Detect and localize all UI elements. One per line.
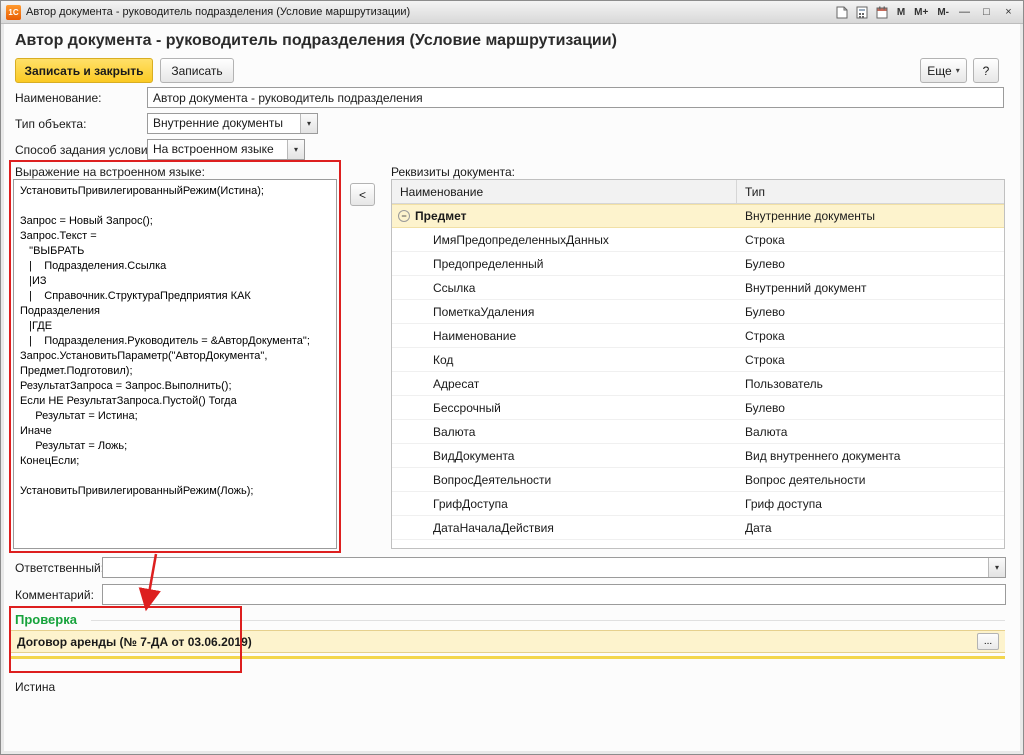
chevron-down-icon[interactable]: ▾ [287, 140, 304, 159]
expression-editor[interactable]: УстановитьПривилегированныйРежим(Истина)… [13, 179, 337, 549]
attribute-type: Вид внутреннего документа [737, 444, 1004, 467]
table-row[interactable]: − Предопределенный Булево [392, 252, 1004, 276]
table-body: − Предмет Внутренние документы − ИмяПред… [392, 204, 1004, 540]
1c-logo-icon: 1С [6, 5, 21, 20]
attribute-name: ПометкаУдаления [433, 305, 534, 319]
table-row[interactable]: − ВопросДеятельности Вопрос деятельности [392, 468, 1004, 492]
column-header-type[interactable]: Тип [737, 180, 1004, 203]
chevron-down-icon: ▾ [956, 66, 960, 75]
attribute-type: Строка [737, 348, 1004, 371]
attribute-type: Вопрос деятельности [737, 468, 1004, 491]
more-button[interactable]: Еще ▾ [920, 58, 967, 83]
check-document-value: Договор аренды (№ 7-ДА от 03.06.2019) [17, 635, 252, 649]
attribute-name: ВопросДеятельности [433, 473, 551, 487]
attribute-name: ИмяПредопределенныхДанных [433, 233, 609, 247]
window-controls: M M+ M- — □ × [834, 5, 1018, 20]
expression-label: Выражение на встроенном языке: [15, 165, 205, 179]
table-row[interactable]: − Код Строка [392, 348, 1004, 372]
memory-plus-button[interactable]: M+ [911, 7, 931, 18]
check-section-title: Проверка [15, 612, 77, 627]
table-header: Наименование Тип [392, 180, 1004, 204]
attribute-name: Ссылка [433, 281, 475, 295]
save-close-button[interactable]: Записать и закрыть [15, 58, 153, 83]
attribute-type: Внутренние документы [737, 205, 1004, 227]
name-input[interactable] [147, 87, 1004, 108]
save-button[interactable]: Записать [160, 58, 234, 83]
collapse-icon[interactable]: − [398, 210, 410, 222]
chevron-down-icon[interactable]: ▾ [988, 558, 1005, 577]
object-type-select[interactable]: Внутренние документы ▾ [147, 113, 318, 134]
responsible-value [103, 558, 988, 577]
attribute-type: Дата [737, 516, 1004, 539]
attribute-type: Булево [737, 300, 1004, 323]
table-row[interactable]: − Валюта Валюта [392, 420, 1004, 444]
attribute-name: ГрифДоступа [433, 497, 508, 511]
attribute-name: Валюта [433, 425, 475, 439]
attribute-name: Бессрочный [433, 401, 501, 415]
attribute-type: Булево [737, 252, 1004, 275]
attribute-type: Булево [737, 396, 1004, 419]
page-title: Автор документа - руководитель подраздел… [15, 32, 617, 50]
calculator-icon[interactable] [854, 5, 871, 20]
attribute-type: Строка [737, 228, 1004, 251]
table-row[interactable]: − ДатаНачалаДействия Дата [392, 516, 1004, 540]
attributes-label: Реквизиты документа: [391, 165, 515, 179]
object-type-value: Внутренние документы [148, 114, 300, 133]
memory-minus-button[interactable]: M- [934, 7, 952, 18]
attribute-name: ДатаНачалаДействия [433, 521, 554, 535]
choose-button[interactable]: ... [977, 633, 999, 650]
attribute-type: Валюта [737, 420, 1004, 443]
field-underline [11, 656, 1005, 659]
attribute-name: ВидДокумента [433, 449, 514, 463]
condition-method-select[interactable]: На встроенном языке ▾ [147, 139, 305, 160]
minimize-button[interactable]: — [955, 5, 974, 20]
table-row[interactable]: − Наименование Строка [392, 324, 1004, 348]
condition-method-value: На встроенном языке [148, 140, 287, 159]
table-row[interactable]: − Предмет Внутренние документы [392, 204, 1004, 228]
help-button[interactable]: ? [973, 58, 999, 83]
check-document-field[interactable]: Договор аренды (№ 7-ДА от 03.06.2019) ..… [11, 630, 1005, 653]
responsible-label: Ответственный: [15, 561, 104, 575]
calendar-icon[interactable] [874, 5, 891, 20]
name-label: Наименование: [15, 91, 102, 105]
app-window: 1С Автор документа - руководитель подраз… [0, 0, 1024, 755]
attributes-table: Наименование Тип − Предмет Внутренние до… [391, 179, 1005, 549]
table-row[interactable]: − Адресат Пользователь [392, 372, 1004, 396]
attribute-name: Предмет [415, 209, 467, 223]
more-label: Еще [927, 64, 951, 78]
responsible-input[interactable]: ▾ [102, 557, 1006, 578]
section-separator [91, 620, 1005, 621]
memory-button[interactable]: M [894, 7, 908, 18]
attribute-type: Внутренний документ [737, 276, 1004, 299]
titlebar: 1С Автор документа - руководитель подраз… [1, 1, 1023, 24]
table-row[interactable]: − ПометкаУдаления Булево [392, 300, 1004, 324]
attribute-type: Пользователь [737, 372, 1004, 395]
table-row[interactable]: − Ссылка Внутренний документ [392, 276, 1004, 300]
page-icon[interactable] [834, 5, 851, 20]
attribute-type: Строка [737, 324, 1004, 347]
comment-input[interactable] [102, 584, 1006, 605]
attribute-name: Предопределенный [433, 257, 544, 271]
column-header-name[interactable]: Наименование [392, 180, 737, 203]
attribute-name: Адресат [433, 377, 479, 391]
maximize-button[interactable]: □ [977, 5, 996, 20]
attribute-name: Код [433, 353, 453, 367]
comment-label: Комментарий: [15, 588, 94, 602]
close-button[interactable]: × [999, 5, 1018, 20]
window-title: Автор документа - руководитель подраздел… [26, 6, 410, 18]
table-row[interactable]: − ИмяПредопределенныхДанных Строка [392, 228, 1004, 252]
attribute-type: Гриф доступа [737, 492, 1004, 515]
table-row[interactable]: − ГрифДоступа Гриф доступа [392, 492, 1004, 516]
table-row[interactable]: − Бессрочный Булево [392, 396, 1004, 420]
check-result-value: Истина [15, 680, 55, 694]
move-left-button[interactable]: < [350, 183, 375, 206]
condition-method-label: Способ задания условия: [15, 143, 157, 157]
chevron-down-icon[interactable]: ▾ [300, 114, 317, 133]
table-row[interactable]: − ВидДокумента Вид внутреннего документа [392, 444, 1004, 468]
object-type-label: Тип объекта: [15, 117, 86, 131]
attribute-name: Наименование [433, 329, 516, 343]
